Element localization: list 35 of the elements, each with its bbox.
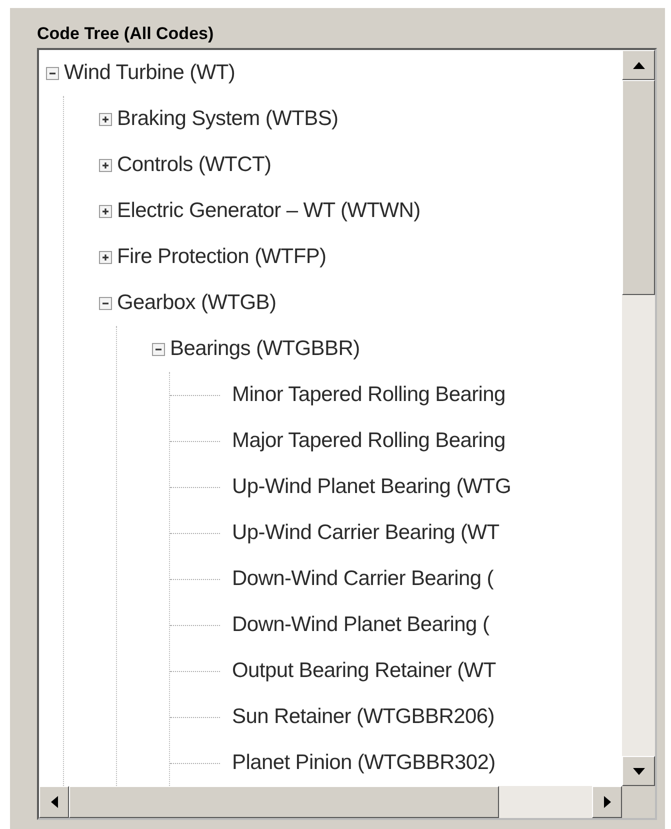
tree-item[interactable]: Controls (WTCT) (117, 151, 272, 179)
scrollbar-thumb[interactable] (69, 786, 499, 818)
tree-item[interactable]: Wind Turbine (WT) (64, 59, 236, 87)
expand-toggle[interactable] (98, 250, 113, 264)
tree-item[interactable]: Electric Generator – WT (WTWN) (117, 197, 420, 225)
tree-item[interactable]: Up-Wind Carrier Bearing (WT (232, 519, 500, 547)
collapse-toggle[interactable] (151, 342, 166, 356)
right-arrow-icon (604, 796, 610, 808)
scroll-up-button[interactable] (622, 50, 655, 80)
tree-item[interactable]: Minor Tapered Rolling Bearing (232, 381, 506, 409)
scroll-right-button[interactable] (592, 786, 622, 818)
expand-toggle[interactable] (98, 158, 113, 172)
up-arrow-icon (632, 62, 644, 68)
tree-item[interactable]: Output Bearing Retainer (WT (232, 657, 496, 685)
tree-item[interactable]: Fire Protection (WTFP) (117, 243, 326, 271)
tree-item[interactable]: Planet Pinion (WTGBBR302) (232, 749, 496, 777)
scrollbar-corner (622, 786, 655, 818)
panel-title: Code Tree (All Codes) (37, 24, 214, 44)
scroll-down-button[interactable] (622, 756, 655, 786)
scrollbar-thumb[interactable] (622, 80, 655, 295)
down-arrow-icon (632, 768, 644, 774)
tree-item[interactable]: Down-Wind Planet Bearing ( (232, 611, 490, 639)
tree-item[interactable]: Up-Wind Planet Bearing (WTG (232, 473, 511, 501)
tree-item[interactable]: Braking System (WTBS) (117, 105, 338, 133)
collapse-toggle[interactable] (98, 296, 113, 310)
expand-toggle[interactable] (98, 112, 113, 126)
scroll-left-button[interactable] (39, 786, 69, 818)
tree-item[interactable]: Bearings (WTGBBR) (170, 335, 360, 363)
expand-toggle[interactable] (98, 204, 113, 218)
tree-item[interactable]: Major Tapered Rolling Bearing (232, 427, 506, 455)
tree-item[interactable]: Down-Wind Carrier Bearing ( (232, 565, 494, 593)
left-arrow-icon (50, 796, 58, 808)
tree-item[interactable]: Gearbox (WTGB) (117, 289, 276, 317)
collapse-toggle[interactable] (45, 66, 60, 80)
tree-item[interactable]: Sun Retainer (WTGBBR206) (232, 703, 494, 731)
